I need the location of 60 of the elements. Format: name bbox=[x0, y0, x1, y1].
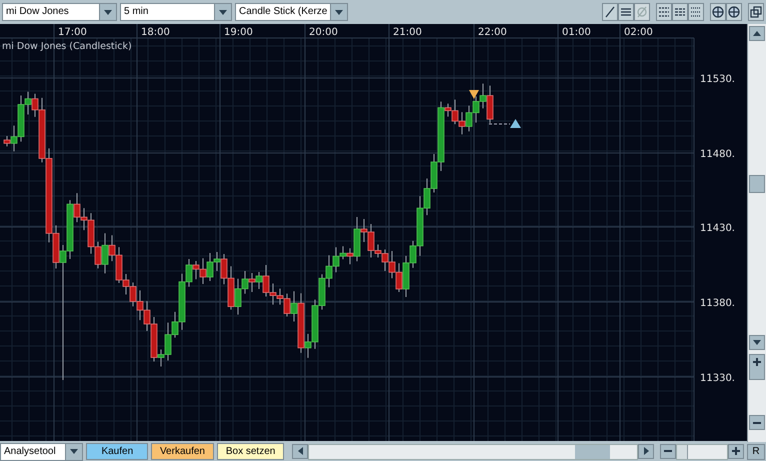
scroll-up-button[interactable] bbox=[749, 26, 765, 41]
sell-button[interactable]: Verkaufen bbox=[151, 443, 214, 460]
scroll-right-button[interactable] bbox=[638, 444, 654, 458]
time-axis-label: 19:00 bbox=[224, 27, 253, 38]
horizontal-scrollbar[interactable] bbox=[292, 444, 654, 460]
grid-icon bbox=[658, 6, 670, 18]
time-axis-label: 01:00 bbox=[562, 27, 591, 38]
time-axis-label: 18:00 bbox=[141, 27, 170, 38]
time-axis-label: 02:00 bbox=[624, 27, 653, 38]
price-axis-label: 11380. bbox=[700, 298, 735, 309]
dotgrid-icon bbox=[690, 6, 702, 18]
vertical-scrollbar[interactable] bbox=[747, 24, 766, 442]
globe-icon bbox=[712, 6, 724, 18]
time-axis-label: 22:00 bbox=[478, 27, 507, 38]
chart-title: mi Dow Jones (Candlestick) bbox=[2, 41, 132, 52]
zoom-out-button[interactable] bbox=[660, 444, 676, 458]
zoom-in-button[interactable] bbox=[728, 444, 744, 458]
buy-marker-icon bbox=[510, 119, 521, 128]
grid-tool-button[interactable] bbox=[656, 3, 672, 21]
reset-button[interactable]: R bbox=[747, 444, 765, 460]
scroll-down-button[interactable] bbox=[749, 335, 765, 350]
windows-tool-button[interactable] bbox=[748, 3, 764, 21]
buy-button[interactable]: Kaufen bbox=[86, 443, 148, 460]
price-axis-label: 11480. bbox=[700, 149, 735, 160]
dashgrid-icon bbox=[674, 6, 686, 18]
time-axis-label: 20:00 bbox=[309, 27, 338, 38]
vertical-zoom-out-button[interactable] bbox=[749, 415, 765, 430]
price-axis-label: 11530. bbox=[700, 74, 735, 85]
caret-icon bbox=[214, 4, 231, 20]
caret-icon bbox=[330, 4, 347, 20]
globe-icon bbox=[728, 6, 740, 18]
scroll-left-button[interactable] bbox=[292, 444, 308, 458]
price-axis-label: 11330. bbox=[700, 373, 735, 384]
box-button[interactable]: Box setzen bbox=[216, 443, 284, 460]
price-axis-label: 11430. bbox=[700, 223, 735, 234]
scroll-thumb[interactable] bbox=[749, 175, 765, 193]
interval-dropdown[interactable]: 5 min bbox=[120, 3, 232, 21]
lines-icon bbox=[620, 6, 632, 18]
pen-icon bbox=[604, 6, 616, 18]
time-axis-label: 17:00 bbox=[58, 27, 87, 38]
dotgrid-tool-button[interactable] bbox=[688, 3, 704, 21]
pen-tool-button[interactable] bbox=[602, 3, 618, 21]
caret-icon bbox=[99, 4, 116, 20]
plus-icon bbox=[753, 358, 761, 366]
globe-tool-button[interactable] bbox=[710, 3, 726, 21]
windows-icon bbox=[750, 6, 762, 18]
vertical-zoom-in-button[interactable] bbox=[749, 354, 765, 380]
sell-marker-icon bbox=[469, 90, 479, 99]
zoom-slider-fill[interactable] bbox=[677, 444, 688, 458]
minus-icon bbox=[664, 447, 672, 455]
analysis-tool-dropdown[interactable]: Analysetool bbox=[0, 442, 84, 460]
lines-tool-button[interactable] bbox=[618, 3, 634, 21]
time-axis-label: 21:00 bbox=[393, 27, 422, 38]
dashgrid-tool-button[interactable] bbox=[672, 3, 688, 21]
plus-icon bbox=[732, 447, 740, 455]
chart-type-dropdown[interactable]: Candle Stick (Kerze bbox=[235, 3, 348, 21]
slash-icon bbox=[636, 6, 648, 18]
globe-tool-button[interactable] bbox=[726, 3, 742, 21]
instrument-dropdown[interactable]: mi Dow Jones bbox=[2, 3, 117, 21]
scroll-thumb[interactable] bbox=[575, 444, 610, 458]
